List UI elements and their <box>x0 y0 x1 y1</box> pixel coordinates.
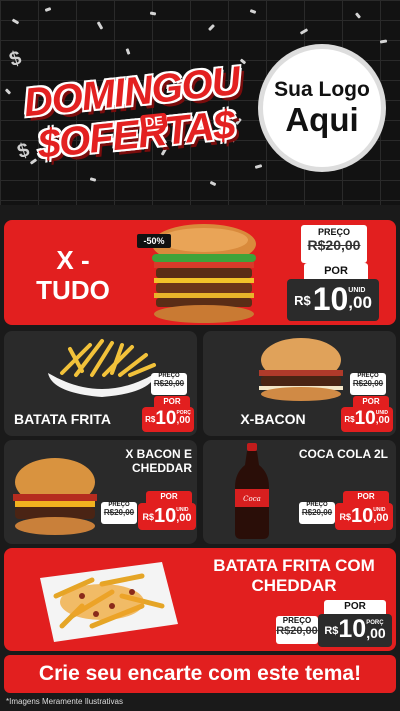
price-box: R$ 10 UNID ,00 <box>138 503 196 530</box>
product-name: X BACON E CHEDDAR <box>125 447 192 475</box>
price-box: R$ 10 PORÇ ,00 <box>318 614 392 647</box>
old-price-tag: PREÇO R$20,00 <box>299 502 335 524</box>
old-price: R$20,00 <box>307 237 361 253</box>
product-card-batata-frita[interactable]: BATATA FRITA PREÇO R$20,00 POR R$ 10 POR… <box>4 331 197 436</box>
price-box: R$ 10 UNID ,00 <box>335 503 393 530</box>
price-decimal: ,00 <box>176 512 192 524</box>
fries-image <box>42 335 162 401</box>
cheddar-fries-image <box>32 556 182 646</box>
currency-symbol: R$ <box>145 415 156 424</box>
disclaimer-text: *Imagens Meramente Ilustrativas <box>6 697 123 706</box>
por-label: POR <box>146 491 192 503</box>
price-decimal: ,00 <box>373 512 389 524</box>
old-price: R$20,00 <box>352 379 384 388</box>
price-integer: 10 <box>153 505 177 527</box>
price-box: R$ 10 PORÇ ,00 <box>142 407 194 432</box>
por-label: POR <box>324 600 386 614</box>
product-card-batata-cheddar[interactable]: BATATA FRITA COM CHEDDAR PREÇO R$20,00 P… <box>4 548 396 651</box>
preco-label: PREÇO <box>282 616 312 625</box>
product-name: COCA COLA 2L <box>298 447 388 461</box>
cta-banner[interactable]: Crie seu encarte com este tema! <box>4 655 396 693</box>
currency-symbol: R$ <box>339 511 351 522</box>
featured-product-card[interactable]: X - TUDO -50% PREÇO R$20,00 POR R$ 10 UN… <box>4 220 396 325</box>
old-price-tag: PREÇO R$20,00 <box>276 616 318 644</box>
burger-image <box>9 456 101 540</box>
currency-symbol: R$ <box>294 292 311 308</box>
product-name: X-BACON <box>240 411 306 427</box>
old-price: R$20,00 <box>153 379 185 388</box>
product-name: BATATA FRITA <box>14 411 111 427</box>
burger-image <box>251 336 351 402</box>
por-label: POR <box>343 491 389 503</box>
title-de-badge: DE <box>140 112 168 131</box>
currency-symbol: R$ <box>324 624 339 637</box>
preco-label: PREÇO <box>317 227 350 237</box>
price-box: R$ 10 UNID ,00 <box>287 279 379 321</box>
price-decimal: ,00 <box>348 293 372 312</box>
por-label: POR <box>154 396 190 407</box>
svg-text:Coca: Coca <box>243 495 261 503</box>
old-price-tag: PREÇO R$20,00 <box>350 373 386 395</box>
product-card-x-bacon-cheddar[interactable]: X BACON E CHEDDAR PREÇO R$20,00 POR R$ 1… <box>4 440 197 544</box>
por-label: POR <box>353 396 389 407</box>
price-integer: 10 <box>338 615 367 643</box>
product-card-x-bacon[interactable]: X-BACON PREÇO R$20,00 POR R$ 10 UNID ,00 <box>203 331 396 436</box>
price-integer: 10 <box>350 505 374 527</box>
price-decimal: ,00 <box>375 415 390 426</box>
product-name: BATATA FRITA COM CHEDDAR <box>213 556 375 595</box>
price-integer: 10 <box>354 408 376 429</box>
old-price: R$20,00 <box>301 508 333 517</box>
price-integer: 10 <box>155 408 177 429</box>
price-box: R$ 10 UNID ,00 <box>341 407 393 432</box>
price-decimal: ,00 <box>366 625 386 641</box>
product-name: X - TUDO <box>36 245 110 305</box>
old-price-tag: PREÇO R$20,00 <box>151 373 187 395</box>
old-price: R$20,00 <box>103 508 135 517</box>
price-decimal: ,00 <box>176 415 191 426</box>
currency-symbol: R$ <box>142 511 154 522</box>
price-integer: 10 <box>312 281 349 317</box>
old-price-tag: PREÇO R$20,00 <box>101 502 137 524</box>
logo-line-1: Sua Logo <box>274 78 370 101</box>
old-price: R$20,00 <box>276 625 318 637</box>
old-price-tag: PREÇO R$20,00 <box>301 225 367 263</box>
currency-symbol: R$ <box>344 415 355 424</box>
product-card-coca-cola[interactable]: Coca COCA COLA 2L PREÇO R$20,00 POR R$ 1… <box>203 440 396 544</box>
bottle-image: Coca <box>231 443 273 541</box>
discount-badge: -50% <box>137 234 171 248</box>
logo-placeholder[interactable]: Sua Logo Aqui <box>263 49 381 167</box>
logo-line-2: Aqui <box>285 101 359 138</box>
por-label: POR <box>304 263 368 279</box>
